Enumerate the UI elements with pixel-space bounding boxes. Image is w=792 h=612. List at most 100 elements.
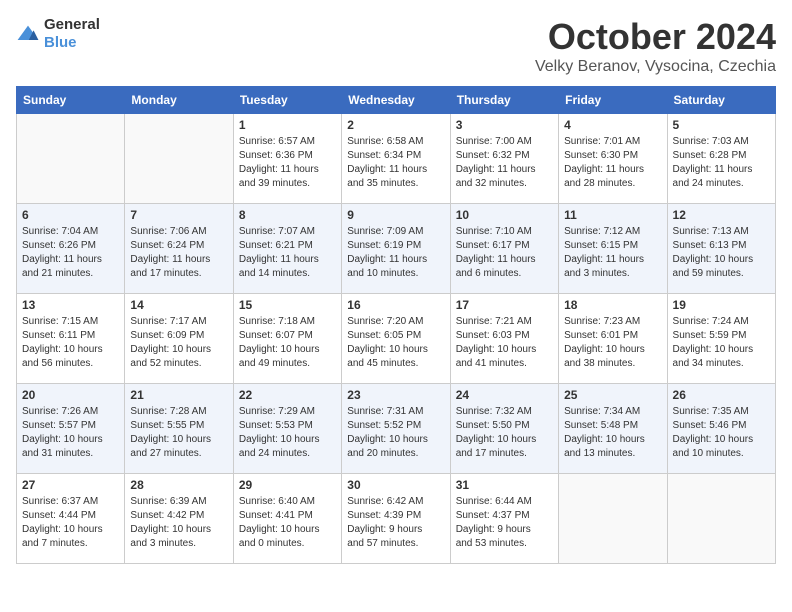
day-content: Sunrise: 7:29 AM Sunset: 5:53 PM Dayligh… xyxy=(239,405,336,461)
day-content: Sunrise: 7:13 AM Sunset: 6:13 PM Dayligh… xyxy=(673,225,770,281)
day-content: Sunrise: 7:24 AM Sunset: 5:59 PM Dayligh… xyxy=(673,315,770,371)
calendar-cell: 11Sunrise: 7:12 AM Sunset: 6:15 PM Dayli… xyxy=(559,204,667,294)
calendar-cell: 26Sunrise: 7:35 AM Sunset: 5:46 PM Dayli… xyxy=(667,384,775,474)
calendar-cell: 19 Sunrise: 7:24 AM Sunset: 5:59 PM Dayli… xyxy=(667,294,775,384)
day-number: 14 xyxy=(130,298,227,312)
day-number: 21 xyxy=(130,388,227,402)
day-number: 15 xyxy=(239,298,336,312)
day-number: 8 xyxy=(239,208,336,222)
day-number: 10 xyxy=(456,208,553,222)
calendar-cell: 15 Sunrise: 7:18 AM Sunset: 6:07 PM Dayli… xyxy=(233,294,341,384)
day-content: Sunrise: 7:00 AM Sunset: 6:32 PM Dayligh… xyxy=(456,135,553,191)
day-content: Sunrise: 7:06 AM Sunset: 6:24 PM Dayligh… xyxy=(130,225,227,281)
day-content: Sunrise: 7:20 AM Sunset: 6:05 PM Dayligh… xyxy=(347,315,444,371)
calendar-cell: 28 Sunrise: 6:39 AM Sunset: 4:42 PM Dayli… xyxy=(125,474,233,564)
header-friday: Friday xyxy=(559,87,667,114)
calendar-cell: 5 Sunrise: 7:03 AM Sunset: 6:28 PM Daylig… xyxy=(667,114,775,204)
header-row: SundayMondayTuesdayWednesdayThursdayFrid… xyxy=(17,87,776,114)
day-content: Sunrise: 6:39 AM Sunset: 4:42 PM Dayligh… xyxy=(130,495,227,551)
logo-icon xyxy=(16,24,40,44)
calendar-header: SundayMondayTuesdayWednesdayThursdayFrid… xyxy=(17,87,776,114)
calendar-week-0: 1 Sunrise: 6:57 AM Sunset: 6:36 PM Daylig… xyxy=(17,114,776,204)
calendar-cell: 22 Sunrise: 7:29 AM Sunset: 5:53 PM Dayli… xyxy=(233,384,341,474)
day-content: Sunrise: 6:42 AM Sunset: 4:39 PM Dayligh… xyxy=(347,495,444,551)
day-content: Sunrise: 7:04 AM Sunset: 6:26 PM Dayligh… xyxy=(22,225,119,281)
header-sunday: Sunday xyxy=(17,87,125,114)
day-content: Sunrise: 7:01 AM Sunset: 6:30 PM Dayligh… xyxy=(564,135,661,191)
day-number: 31 xyxy=(456,478,553,492)
day-content: Sunrise: 7:09 AM Sunset: 6:19 PM Dayligh… xyxy=(347,225,444,281)
day-number: 26 xyxy=(673,388,770,402)
day-number: 1 xyxy=(239,118,336,132)
day-number: 28 xyxy=(130,478,227,492)
day-number: 16 xyxy=(347,298,444,312)
calendar-cell xyxy=(667,474,775,564)
location-title: Velky Beranov, Vysocina, Czechia xyxy=(535,58,776,76)
calendar-cell: 12 Sunrise: 7:13 AM Sunset: 6:13 PM Dayli… xyxy=(667,204,775,294)
calendar-cell xyxy=(17,114,125,204)
calendar-cell: 16 Sunrise: 7:20 AM Sunset: 6:05 PM Dayli… xyxy=(342,294,450,384)
day-content: Sunrise: 6:44 AM Sunset: 4:37 PM Dayligh… xyxy=(456,495,553,551)
day-number: 19 xyxy=(673,298,770,312)
calendar-cell: 18 Sunrise: 7:23 AM Sunset: 6:01 PM Dayli… xyxy=(559,294,667,384)
page-header: General Blue October 2024 Velky Beranov,… xyxy=(16,16,776,76)
day-content: Sunrise: 6:40 AM Sunset: 4:41 PM Dayligh… xyxy=(239,495,336,551)
logo-text: General Blue xyxy=(44,16,100,52)
logo-blue: Blue xyxy=(44,34,77,51)
day-content: Sunrise: 6:57 AM Sunset: 6:36 PM Dayligh… xyxy=(239,135,336,191)
calendar-cell: 1 Sunrise: 6:57 AM Sunset: 6:36 PM Daylig… xyxy=(233,114,341,204)
header-monday: Monday xyxy=(125,87,233,114)
day-number: 27 xyxy=(22,478,119,492)
calendar-cell: 29 Sunrise: 6:40 AM Sunset: 4:41 PM Dayli… xyxy=(233,474,341,564)
header-thursday: Thursday xyxy=(450,87,558,114)
calendar-cell: 20 Sunrise: 7:26 AM Sunset: 5:57 PM Dayli… xyxy=(17,384,125,474)
calendar-week-4: 27 Sunrise: 6:37 AM Sunset: 4:44 PM Dayli… xyxy=(17,474,776,564)
day-number: 7 xyxy=(130,208,227,222)
calendar-cell: 30Sunrise: 6:42 AM Sunset: 4:39 PM Dayli… xyxy=(342,474,450,564)
calendar-cell: 10Sunrise: 7:10 AM Sunset: 6:17 PM Dayli… xyxy=(450,204,558,294)
day-number: 5 xyxy=(673,118,770,132)
day-content: Sunrise: 6:37 AM Sunset: 4:44 PM Dayligh… xyxy=(22,495,119,551)
calendar-cell: 27 Sunrise: 6:37 AM Sunset: 4:44 PM Dayli… xyxy=(17,474,125,564)
calendar-cell: 4 Sunrise: 7:01 AM Sunset: 6:30 PM Daylig… xyxy=(559,114,667,204)
day-number: 12 xyxy=(673,208,770,222)
logo: General Blue xyxy=(16,16,100,52)
day-number: 23 xyxy=(347,388,444,402)
day-content: Sunrise: 7:07 AM Sunset: 6:21 PM Dayligh… xyxy=(239,225,336,281)
calendar-cell: 8 Sunrise: 7:07 AM Sunset: 6:21 PM Daylig… xyxy=(233,204,341,294)
calendar-cell: 2Sunrise: 6:58 AM Sunset: 6:34 PM Daylig… xyxy=(342,114,450,204)
calendar-cell: 13Sunrise: 7:15 AM Sunset: 6:11 PM Dayli… xyxy=(17,294,125,384)
header-wednesday: Wednesday xyxy=(342,87,450,114)
day-number: 2 xyxy=(347,118,444,132)
header-tuesday: Tuesday xyxy=(233,87,341,114)
day-content: Sunrise: 7:23 AM Sunset: 6:01 PM Dayligh… xyxy=(564,315,661,371)
calendar-cell: 14Sunrise: 7:17 AM Sunset: 6:09 PM Dayli… xyxy=(125,294,233,384)
day-number: 9 xyxy=(347,208,444,222)
calendar-cell: 6Sunrise: 7:04 AM Sunset: 6:26 PM Daylig… xyxy=(17,204,125,294)
day-number: 22 xyxy=(239,388,336,402)
day-number: 24 xyxy=(456,388,553,402)
day-content: Sunrise: 7:32 AM Sunset: 5:50 PM Dayligh… xyxy=(456,405,553,461)
day-content: Sunrise: 7:31 AM Sunset: 5:52 PM Dayligh… xyxy=(347,405,444,461)
calendar-week-2: 13Sunrise: 7:15 AM Sunset: 6:11 PM Dayli… xyxy=(17,294,776,384)
calendar-cell: 25Sunrise: 7:34 AM Sunset: 5:48 PM Dayli… xyxy=(559,384,667,474)
calendar-cell: 17Sunrise: 7:21 AM Sunset: 6:03 PM Dayli… xyxy=(450,294,558,384)
header-saturday: Saturday xyxy=(667,87,775,114)
day-number: 29 xyxy=(239,478,336,492)
calendar-cell: 3 Sunrise: 7:00 AM Sunset: 6:32 PM Daylig… xyxy=(450,114,558,204)
day-number: 20 xyxy=(22,388,119,402)
day-number: 4 xyxy=(564,118,661,132)
day-number: 3 xyxy=(456,118,553,132)
day-content: Sunrise: 7:18 AM Sunset: 6:07 PM Dayligh… xyxy=(239,315,336,371)
calendar-week-1: 6Sunrise: 7:04 AM Sunset: 6:26 PM Daylig… xyxy=(17,204,776,294)
day-number: 25 xyxy=(564,388,661,402)
calendar-cell: 9 Sunrise: 7:09 AM Sunset: 6:19 PM Daylig… xyxy=(342,204,450,294)
day-content: Sunrise: 7:15 AM Sunset: 6:11 PM Dayligh… xyxy=(22,315,119,371)
calendar-cell xyxy=(559,474,667,564)
calendar-body: 1 Sunrise: 6:57 AM Sunset: 6:36 PM Daylig… xyxy=(17,114,776,564)
calendar-cell: 21Sunrise: 7:28 AM Sunset: 5:55 PM Dayli… xyxy=(125,384,233,474)
title-section: October 2024 Velky Beranov, Vysocina, Cz… xyxy=(535,16,776,76)
day-content: Sunrise: 7:26 AM Sunset: 5:57 PM Dayligh… xyxy=(22,405,119,461)
day-number: 18 xyxy=(564,298,661,312)
day-content: Sunrise: 7:03 AM Sunset: 6:28 PM Dayligh… xyxy=(673,135,770,191)
